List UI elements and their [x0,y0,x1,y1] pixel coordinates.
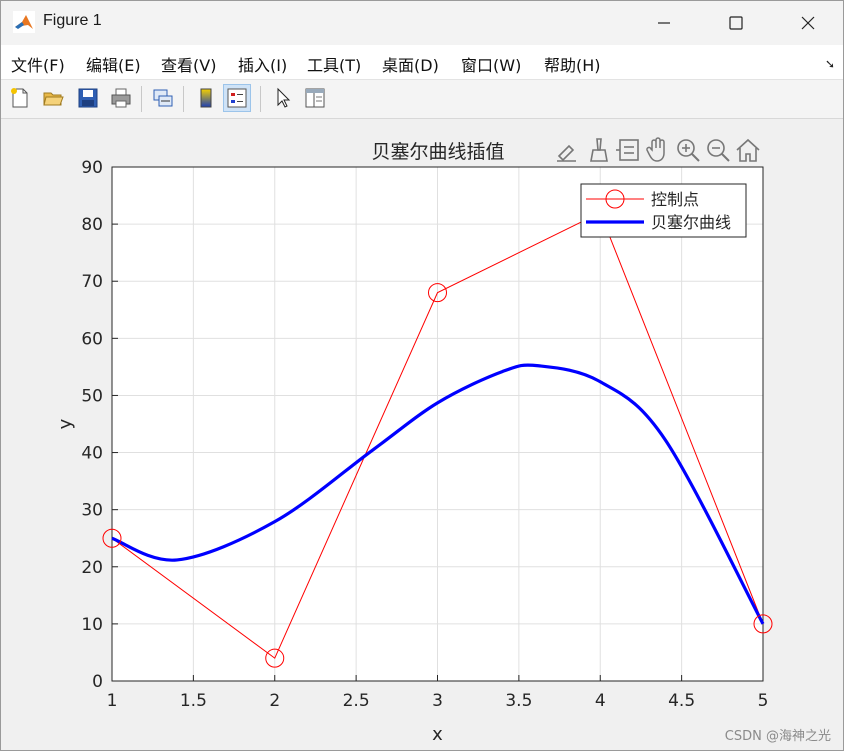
save-button[interactable] [74,84,102,112]
menu-file[interactable]: 文件(F) [11,52,65,76]
colorbar-icon [200,88,212,108]
title-bar[interactable]: Figure 1 [1,1,843,45]
brush-icon[interactable] [585,136,613,164]
menu-desktop[interactable]: 桌面(D) [382,52,439,76]
insert-legend-button[interactable] [223,84,251,112]
printer-icon [111,88,131,108]
toolbar-separator [183,86,184,112]
property-inspector-icon [305,88,325,108]
insert-colorbar-button[interactable] [192,84,220,112]
matlab-logo-icon [13,11,35,33]
edit-plot-button[interactable] [269,84,297,112]
zoom-in-icon[interactable] [674,136,702,164]
export-icon[interactable] [554,136,582,164]
new-file-icon [11,88,28,108]
arrow-cursor-icon [277,87,291,108]
menu-view[interactable]: 查看(V) [161,52,216,76]
figure-toolbar [1,80,843,119]
maximize-button[interactable] [701,1,771,45]
menu-bar: 文件(F) 编辑(E) 查看(V) 插入(I) 工具(T) 桌面(D) 窗口(W… [1,45,843,80]
home-icon[interactable] [734,136,762,164]
zoom-out-icon[interactable] [704,136,732,164]
dock-arrow-icon[interactable]: ➘ [825,57,835,71]
link-plot-button[interactable] [149,84,177,112]
open-file-button[interactable] [39,84,67,112]
minimize-icon [658,22,670,24]
close-icon [801,16,815,30]
minimize-button[interactable] [629,1,699,45]
menu-edit[interactable]: 编辑(E) [86,52,141,76]
toolbar-separator [260,86,261,112]
figure-window: Figure 1 文件(F) 编辑(E) 查看(V) 插入(I) 工具(T) 桌… [0,0,844,751]
print-button[interactable] [107,84,135,112]
folder-open-icon [43,92,64,106]
close-button[interactable] [773,1,843,45]
legend-icon [227,88,247,108]
window-title: Figure 1 [43,12,102,29]
menu-tools[interactable]: 工具(T) [307,52,361,76]
link-plot-icon [153,89,173,107]
menu-insert[interactable]: 插入(I) [238,52,287,76]
new-figure-button[interactable] [6,84,34,112]
maximize-icon [729,16,743,30]
property-inspector-button[interactable] [301,84,329,112]
pan-hand-icon[interactable] [644,136,672,164]
toolbar-separator [141,86,142,112]
save-disk-icon [78,88,98,108]
menu-help[interactable]: 帮助(H) [544,52,601,76]
data-tips-icon[interactable] [615,136,643,164]
watermark: CSDN @海神之光 [724,729,831,744]
figure-canvas [1,119,843,750]
menu-window[interactable]: 窗口(W) [461,52,521,76]
